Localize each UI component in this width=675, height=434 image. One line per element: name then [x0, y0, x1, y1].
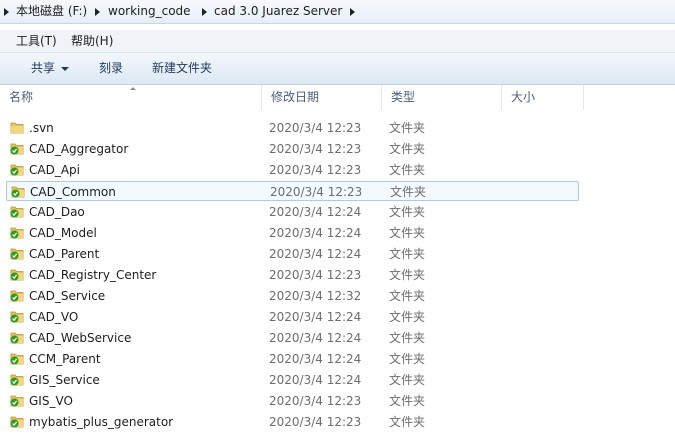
menu-tools[interactable]: 工具(T) — [16, 30, 57, 52]
column-name[interactable]: 名称 — [0, 85, 262, 110]
menu-help[interactable]: 帮助(H) — [71, 30, 113, 52]
chevron-down-icon — [61, 66, 70, 71]
svn-folder-icon — [10, 163, 24, 176]
file-name: CAD_Parent — [29, 247, 100, 261]
file-type: 文件夹 — [389, 226, 426, 240]
svn-folder-icon — [10, 205, 24, 218]
file-type: 文件夹 — [389, 310, 426, 324]
file-modified: 2020/3/4 12:23 — [269, 142, 362, 156]
svn-folder-icon — [10, 352, 24, 365]
file-type: 文件夹 — [389, 394, 426, 408]
file-row[interactable]: GIS_VO 2020/3/4 12:23 文件夹 — [6, 391, 579, 411]
file-row[interactable]: CCM_Parent 2020/3/4 12:24 文件夹 — [6, 349, 579, 369]
file-row[interactable]: CAD_Registry_Center 2020/3/4 12:23 文件夹 — [6, 265, 579, 285]
column-modified[interactable]: 修改日期 — [262, 85, 382, 110]
file-row[interactable]: CAD_Aggregator 2020/3/4 12:23 文件夹 — [6, 139, 579, 159]
file-type: 文件夹 — [389, 331, 426, 345]
svn-folder-icon — [11, 185, 25, 198]
file-row[interactable]: CAD_Service 2020/3/4 12:32 文件夹 — [6, 286, 579, 306]
file-modified: 2020/3/4 12:23 — [269, 163, 362, 177]
file-type: 文件夹 — [389, 121, 426, 135]
svn-folder-icon — [10, 394, 24, 407]
share-label: 共享 — [31, 61, 56, 75]
file-name: .svn — [29, 121, 54, 135]
file-row[interactable]: CAD_Api 2020/3/4 12:23 文件夹 — [6, 160, 579, 180]
file-row[interactable]: CAD_WebService 2020/3/4 12:24 文件夹 — [6, 328, 579, 348]
file-name: mybatis_plus_generator — [29, 415, 174, 429]
file-type: 文件夹 — [389, 247, 426, 261]
address-bar[interactable]: 本地磁盘 (F:) working_code cad 3.0 Juarez Se… — [0, 0, 675, 24]
file-type: 文件夹 — [389, 142, 426, 156]
file-modified: 2020/3/4 12:23 — [270, 185, 363, 199]
file-row[interactable]: CAD_VO 2020/3/4 12:24 文件夹 — [6, 307, 579, 327]
file-name: CAD_Service — [29, 289, 106, 303]
breadcrumb-separator-icon[interactable] — [202, 8, 207, 16]
share-button[interactable]: 共享 — [31, 53, 70, 84]
burn-button[interactable]: 刻录 — [99, 53, 123, 84]
file-type: 文件夹 — [389, 352, 426, 366]
file-type: 文件夹 — [389, 373, 426, 387]
file-name: CAD_Registry_Center — [29, 268, 157, 282]
file-row[interactable]: CAD_Model 2020/3/4 12:24 文件夹 — [6, 223, 579, 243]
file-modified: 2020/3/4 12:24 — [269, 205, 362, 219]
file-name: CAD_Common — [30, 185, 116, 199]
file-modified: 2020/3/4 12:24 — [269, 373, 362, 387]
file-name: CCM_Parent — [29, 352, 101, 366]
folder-icon — [10, 121, 24, 134]
file-modified: 2020/3/4 12:24 — [269, 247, 362, 261]
file-name: GIS_VO — [29, 394, 73, 408]
column-header: 名称 修改日期 类型 大小 — [0, 85, 675, 110]
file-name: CAD_VO — [29, 310, 79, 324]
svn-folder-icon — [10, 415, 24, 428]
command-bar: 共享 刻录 新建文件夹 — [0, 53, 675, 85]
svn-folder-icon — [10, 289, 24, 302]
file-modified: 2020/3/4 12:23 — [269, 394, 362, 408]
file-modified: 2020/3/4 12:24 — [269, 310, 362, 324]
file-modified: 2020/3/4 12:24 — [269, 331, 362, 345]
file-row[interactable]: GIS_Service 2020/3/4 12:24 文件夹 — [6, 370, 579, 390]
breadcrumb-separator-icon[interactable] — [95, 8, 100, 16]
svn-folder-icon — [10, 142, 24, 155]
svn-folder-icon — [10, 331, 24, 344]
file-modified: 2020/3/4 12:23 — [269, 121, 362, 135]
file-type: 文件夹 — [389, 205, 426, 219]
file-modified: 2020/3/4 12:24 — [269, 352, 362, 366]
file-modified: 2020/3/4 12:23 — [269, 268, 362, 282]
file-name: CAD_Model — [29, 226, 97, 240]
breadcrumb-separator-icon[interactable] — [4, 8, 9, 16]
file-row[interactable]: CAD_Common 2020/3/4 12:23 文件夹 — [6, 181, 579, 201]
file-name: CAD_Dao — [29, 205, 85, 219]
breadcrumb-item-working-code[interactable]: working_code — [108, 0, 191, 23]
file-type: 文件夹 — [389, 289, 426, 303]
file-modified: 2020/3/4 12:32 — [269, 289, 362, 303]
file-name: CAD_Api — [29, 163, 80, 177]
menu-bar: 工具(T) 帮助(H) — [0, 30, 675, 53]
svn-folder-icon — [10, 268, 24, 281]
file-modified: 2020/3/4 12:23 — [269, 415, 362, 429]
svn-folder-icon — [10, 310, 24, 323]
new-folder-button[interactable]: 新建文件夹 — [152, 53, 212, 84]
file-name: GIS_Service — [29, 373, 100, 387]
column-type[interactable]: 类型 — [382, 85, 502, 110]
file-row[interactable]: mybatis_plus_generator 2020/3/4 12:23 文件夹 — [6, 412, 579, 432]
file-type: 文件夹 — [389, 268, 426, 282]
file-modified: 2020/3/4 12:24 — [269, 226, 362, 240]
svn-folder-icon — [10, 247, 24, 260]
file-name: CAD_Aggregator — [29, 142, 129, 156]
file-row[interactable]: .svn 2020/3/4 12:23 文件夹 — [6, 118, 579, 138]
file-type: 文件夹 — [390, 185, 427, 199]
breadcrumb-item-current-folder[interactable]: cad 3.0 Juarez Server — [214, 0, 342, 23]
svn-folder-icon — [10, 226, 24, 239]
file-row[interactable]: CAD_Parent 2020/3/4 12:24 文件夹 — [6, 244, 579, 264]
breadcrumb-separator-icon[interactable] — [350, 8, 355, 16]
file-type: 文件夹 — [389, 415, 426, 429]
file-name: CAD_WebService — [29, 331, 132, 345]
column-size[interactable]: 大小 — [502, 85, 584, 110]
svn-folder-icon — [10, 373, 24, 386]
file-row[interactable]: CAD_Dao 2020/3/4 12:24 文件夹 — [6, 202, 579, 222]
file-type: 文件夹 — [389, 163, 426, 177]
breadcrumb-item-drive[interactable]: 本地磁盘 (F:) — [16, 0, 87, 23]
